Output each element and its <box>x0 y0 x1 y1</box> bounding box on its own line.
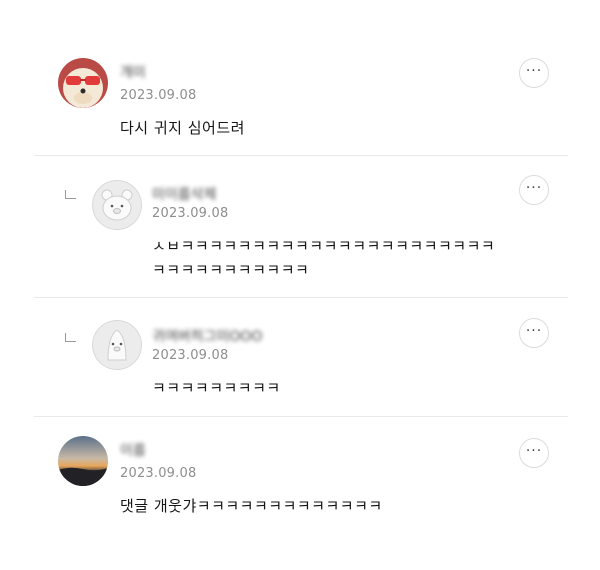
divider <box>34 155 568 156</box>
more-options-button[interactable]: ··· <box>519 318 549 348</box>
more-options-button[interactable]: ··· <box>519 175 549 205</box>
more-options-icon: ··· <box>525 322 543 339</box>
comment-text: 다시 귀지 심어드려 <box>120 119 245 137</box>
divider <box>34 416 568 417</box>
more-options-icon: ··· <box>525 442 543 459</box>
comment-date: 2023.09.08 <box>120 88 197 103</box>
comment-date: 2023.09.08 <box>152 348 229 363</box>
comment-author-name[interactable]: 개미 <box>120 62 146 82</box>
comment-author-name[interactable]: 이름 <box>120 440 146 460</box>
comment-text: ㅋㅋㅋㅋㅋㅋㅋㅋㅋ <box>152 379 281 397</box>
avatar[interactable] <box>58 436 108 486</box>
avatar[interactable] <box>58 58 108 108</box>
comment-author-name[interactable]: 미이름삭제 <box>152 184 216 204</box>
avatar[interactable] <box>92 320 142 370</box>
reply-indent-icon <box>65 190 76 199</box>
sunset-avatar-icon <box>58 436 108 486</box>
penguin-avatar-icon <box>92 320 142 370</box>
comment-text: 댓글 개웃갸ㅋㅋㅋㅋㅋㅋㅋㅋㅋㅋㅋㅋㅋ <box>120 497 383 515</box>
comment-author-name[interactable]: 귀여버히그미OOO <box>152 326 262 346</box>
more-options-button[interactable]: ··· <box>519 438 549 468</box>
comment-date: 2023.09.08 <box>120 466 197 481</box>
comment-date: 2023.09.08 <box>152 206 229 221</box>
more-options-icon: ··· <box>525 62 543 79</box>
divider <box>34 297 568 298</box>
avatar[interactable] <box>92 180 142 230</box>
puppy-avatar-icon <box>58 58 108 108</box>
reply-indent-icon <box>65 333 76 342</box>
more-options-button[interactable]: ··· <box>519 58 549 88</box>
comment-text-line-2: ㅋㅋㅋㅋㅋㅋㅋㅋㅋㅋㅋ <box>152 261 310 279</box>
more-options-icon: ··· <box>525 179 543 196</box>
bear-avatar-icon <box>92 180 142 230</box>
